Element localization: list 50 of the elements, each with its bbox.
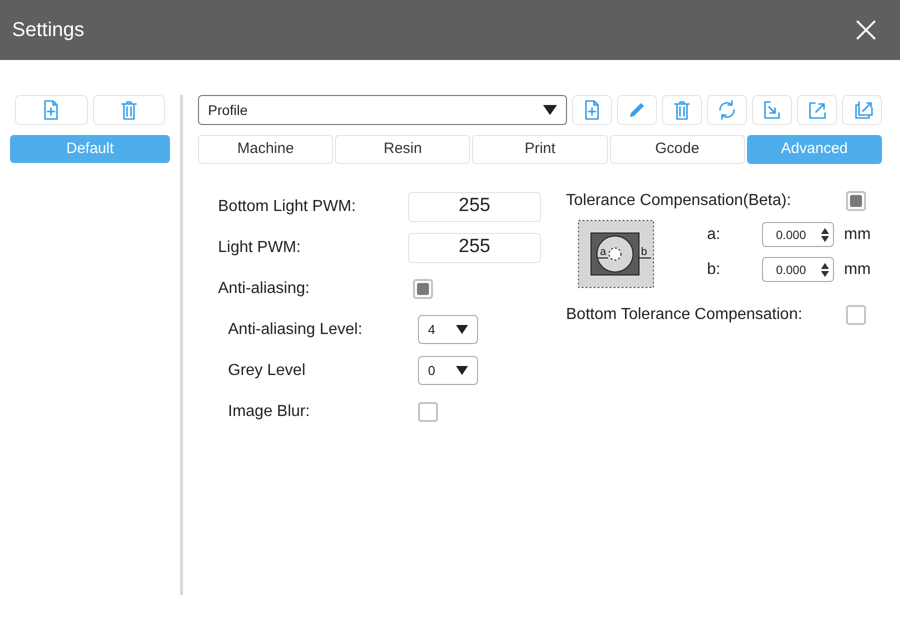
unit-label: mm (844, 260, 871, 280)
export-button[interactable] (797, 95, 838, 125)
trash-button[interactable] (662, 95, 702, 125)
caret-icon (456, 366, 468, 375)
spin-value: 0.000 (776, 226, 806, 244)
setting-label: Anti-aliasing Level: (228, 320, 364, 340)
spin-box[interactable]: 0.000 (762, 257, 834, 282)
window-title: Settings (12, 18, 84, 43)
tab[interactable]: Print (472, 135, 608, 164)
dropdown-value: 4 (428, 320, 436, 339)
dropdown[interactable]: 4 (418, 315, 478, 344)
file-add-button[interactable] (15, 95, 88, 125)
dropdown-value: 0 (428, 362, 436, 380)
checkbox[interactable] (413, 278, 433, 298)
dropdown-value: Profile (208, 100, 248, 120)
setting-label: Image Blur: (228, 402, 311, 422)
caret-icon (456, 325, 468, 334)
checkbox[interactable] (846, 305, 866, 325)
profile-dropdown[interactable]: Profile (198, 95, 568, 125)
file-add-button[interactable] (572, 95, 612, 125)
export-icon (806, 99, 828, 121)
close-button[interactable] (854, 18, 878, 42)
compensation-diagram: a b (578, 220, 654, 288)
export-copy-button[interactable] (842, 95, 882, 125)
refresh-button[interactable] (707, 95, 748, 125)
field-label: b: (707, 260, 722, 280)
spin-value: 0.000 (776, 262, 806, 278)
input-field[interactable]: 255 (408, 232, 541, 262)
input-field[interactable]: 255 (408, 192, 541, 222)
import-button[interactable] (752, 95, 792, 125)
setting-label: Anti-aliasing: (218, 278, 311, 298)
pencil-button[interactable] (617, 95, 658, 125)
tab[interactable]: Gcode (610, 135, 745, 164)
dropdown[interactable]: 0 (418, 356, 478, 385)
field-label: a: (707, 224, 722, 244)
unit-label: mm (844, 224, 871, 244)
spin-arrows-icon (821, 262, 829, 276)
setting-label: Bottom Tolerance Compensation: (566, 305, 802, 325)
checkbox[interactable] (846, 191, 866, 211)
tab[interactable]: Resin (335, 135, 470, 164)
tab[interactable]: Machine (198, 135, 334, 164)
spin-box[interactable]: 0.000 (762, 222, 834, 247)
setting-label: Grey Level (228, 360, 306, 380)
trash-button[interactable] (92, 95, 165, 125)
setting-label: Tolerance Compensation(Beta): (566, 191, 792, 211)
spin-arrows-icon (821, 228, 829, 242)
caret-icon (543, 105, 558, 115)
setting-label: Bottom Light PWM: (218, 196, 357, 216)
setting-label: Light PWM: (218, 238, 302, 258)
checkbox[interactable] (418, 402, 438, 422)
